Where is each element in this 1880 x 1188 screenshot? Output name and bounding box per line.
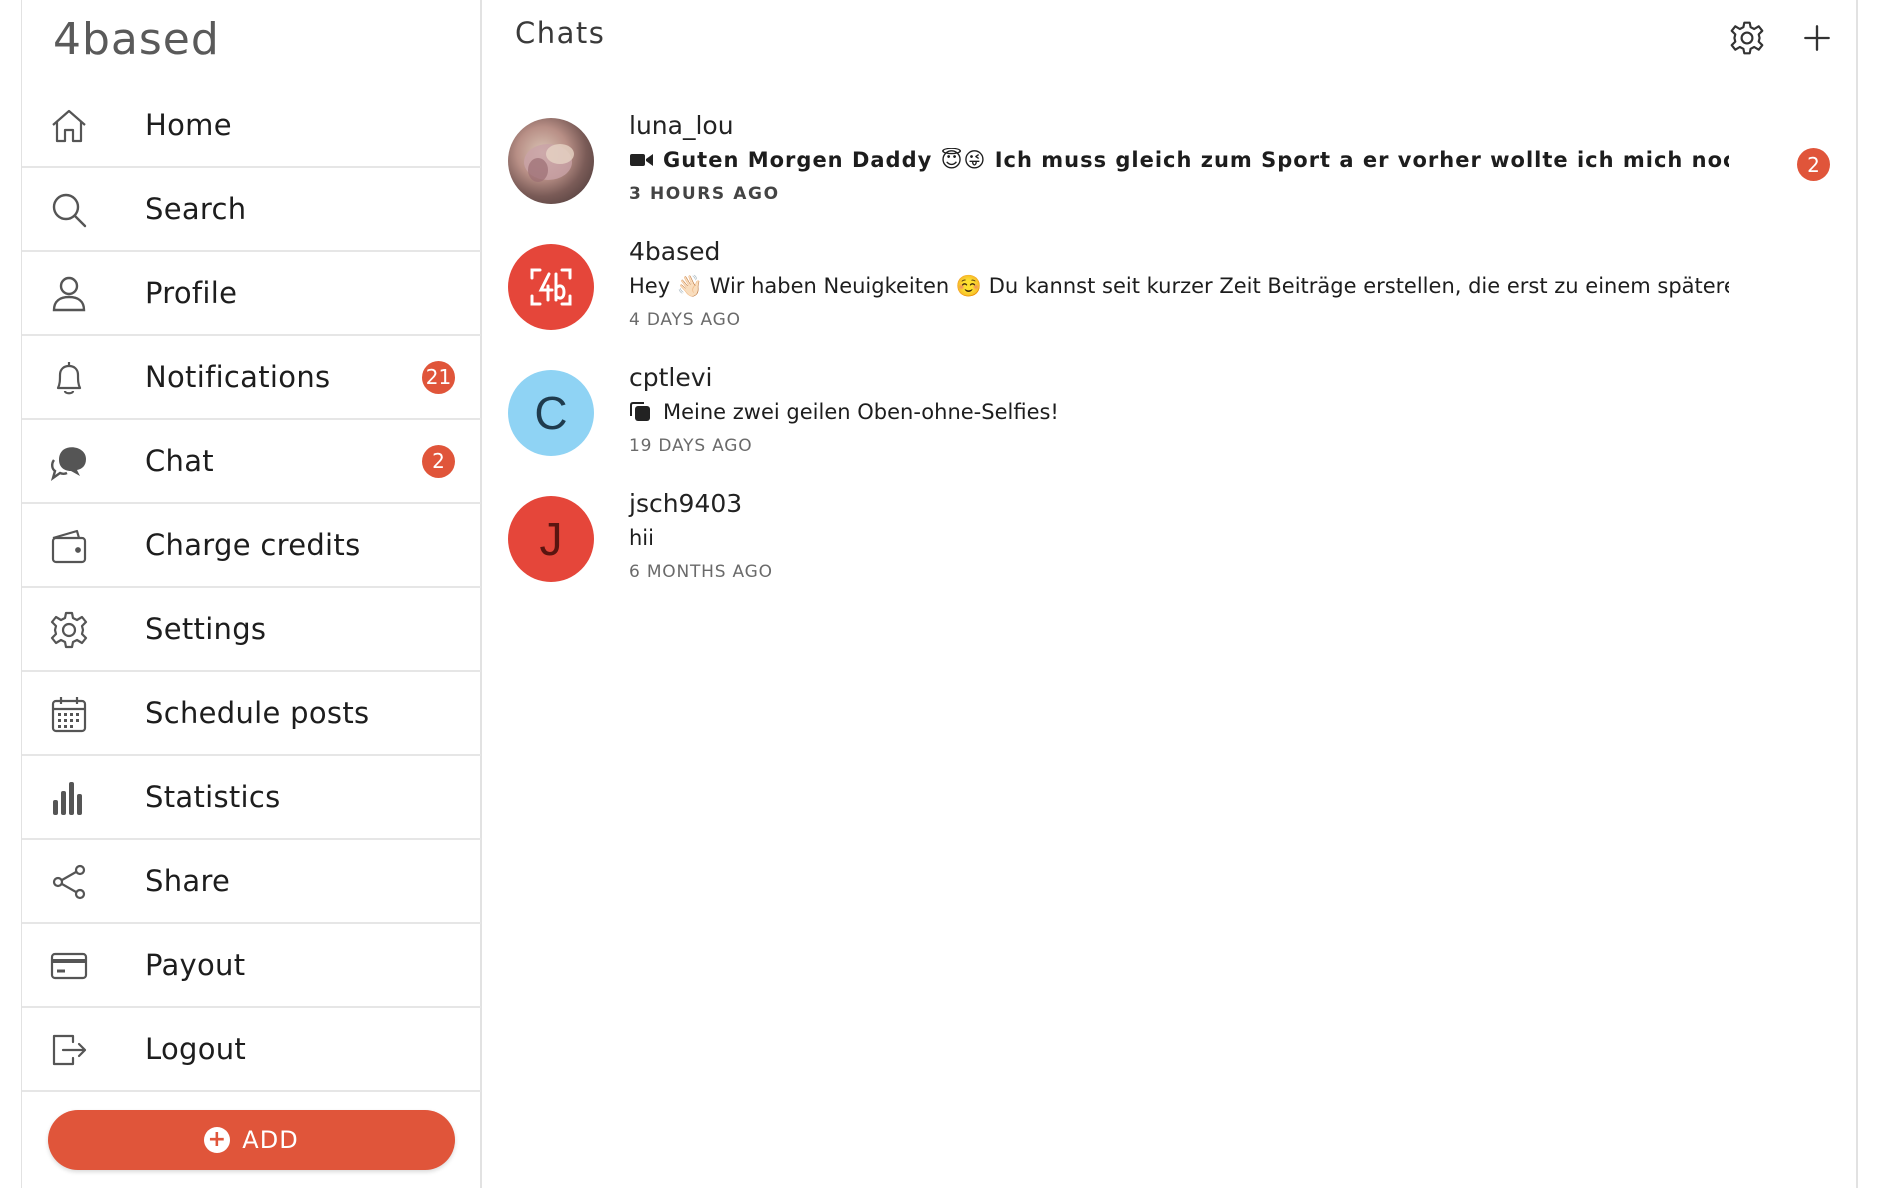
sidebar-item-label: Charge credits <box>145 528 361 562</box>
sidebar-item-chat[interactable]: Chat 2 <box>22 420 481 504</box>
chat-message-text: Guten Morgen Daddy 😇😜 Ich muss gleich zu… <box>663 148 1729 172</box>
sidebar-item-label: Settings <box>145 612 267 646</box>
sidebar-item-logout[interactable]: Logout <box>22 1008 481 1092</box>
chat-message-text: hii <box>629 526 654 550</box>
sidebar-item-label: Share <box>145 864 231 898</box>
avatar: J <box>508 496 594 582</box>
chats-panel: Chats luna_lou Guten Morgen Daddy 😇😜 Ich… <box>482 0 1858 1188</box>
logout-icon <box>48 1029 90 1071</box>
chat-timestamp: 4 DAYS AGO <box>629 310 741 330</box>
chat-list: luna_lou Guten Morgen Daddy 😇😜 Ich muss … <box>482 108 1858 612</box>
sidebar-item-label: Logout <box>145 1032 247 1066</box>
chat-bubbles-icon <box>48 441 90 483</box>
chat-timestamp: 6 MONTHS AGO <box>629 562 773 582</box>
photo-placeholder-icon <box>524 144 574 182</box>
chat-timestamp: 3 HOURS AGO <box>629 184 780 204</box>
sidebar-item-schedule-posts[interactable]: Schedule posts <box>22 672 481 756</box>
sidebar-item-label: Schedule posts <box>145 696 370 730</box>
sidebar-item-payout[interactable]: Payout <box>22 924 481 1008</box>
sidebar-item-label: Home <box>145 108 232 142</box>
wallet-icon <box>48 525 90 567</box>
avatar-letter: J <box>539 513 563 565</box>
add-button[interactable]: + ADD <box>48 1110 455 1170</box>
sidebar-item-search[interactable]: Search <box>22 168 481 252</box>
app-logo[interactable]: 4based <box>53 14 220 65</box>
sidebar-item-notifications[interactable]: Notifications 21 <box>22 336 481 420</box>
search-icon <box>48 189 90 231</box>
sidebar-item-label: Statistics <box>145 780 281 814</box>
chat-last-message: hii <box>629 526 654 550</box>
gallery-icon <box>629 402 655 422</box>
sidebar-item-label: Chat <box>145 444 214 478</box>
4based-logo-icon <box>530 268 572 306</box>
gear-icon <box>1729 20 1765 56</box>
new-chat-button[interactable] <box>1797 18 1837 58</box>
add-button-label: ADD <box>242 1126 299 1154</box>
avatar <box>508 118 594 204</box>
sidebar-item-label: Notifications <box>145 360 331 394</box>
plus-icon <box>1799 20 1835 56</box>
app-window: 4based Home Search Profile Notifications… <box>0 0 1880 1188</box>
sidebar-item-share[interactable]: Share <box>22 840 481 924</box>
sidebar-item-label: Search <box>145 192 247 226</box>
chat-name: 4based <box>629 237 721 266</box>
sidebar-item-profile[interactable]: Profile <box>22 252 481 336</box>
plus-circle-icon: + <box>204 1127 231 1153</box>
chat-last-message: Meine zwei geilen Oben-ohne-Selfies! <box>629 400 1059 424</box>
sidebar-item-label: Payout <box>145 948 246 982</box>
user-icon <box>48 273 90 315</box>
chat-last-message: Guten Morgen Daddy 😇😜 Ich muss gleich zu… <box>629 148 1729 172</box>
chat-row-luna-lou[interactable]: luna_lou Guten Morgen Daddy 😇😜 Ich muss … <box>482 108 1858 234</box>
chat-name: jsch9403 <box>629 489 743 518</box>
chat-row-jsch9403[interactable]: J jsch9403 hii 6 MONTHS AGO <box>482 486 1858 612</box>
share-icon <box>48 861 90 903</box>
video-camera-icon <box>629 150 655 170</box>
sidebar-item-charge-credits[interactable]: Charge credits <box>22 504 481 588</box>
avatar <box>508 244 594 330</box>
avatar: C <box>508 370 594 456</box>
sidebar-item-statistics[interactable]: Statistics <box>22 756 481 840</box>
bar-chart-icon <box>48 777 90 819</box>
avatar-letter: C <box>534 387 568 439</box>
chat-message-text: Hey 👋🏻 Wir haben Neuigkeiten ☺️ Du kanns… <box>629 274 1729 298</box>
sidebar: 4based Home Search Profile Notifications… <box>21 0 482 1188</box>
chat-last-message: Hey 👋🏻 Wir haben Neuigkeiten ☺️ Du kanns… <box>629 274 1729 299</box>
chat-name: cptlevi <box>629 363 713 392</box>
chat-row-4based[interactable]: 4based Hey 👋🏻 Wir haben Neuigkeiten ☺️ D… <box>482 234 1858 360</box>
chat-count-badge: 2 <box>422 444 455 478</box>
sidebar-item-label: Profile <box>145 276 238 310</box>
page-title: Chats <box>515 16 606 50</box>
chat-message-text: Meine zwei geilen Oben-ohne-Selfies! <box>663 400 1059 424</box>
home-icon <box>48 105 90 147</box>
notification-count-badge: 21 <box>422 360 455 394</box>
chat-row-cptlevi[interactable]: C cptlevi Meine zwei geilen Oben-ohne-Se… <box>482 360 1858 486</box>
sidebar-item-settings[interactable]: Settings <box>22 588 481 672</box>
sidebar-item-home[interactable]: Home <box>22 84 481 168</box>
unread-count-badge: 2 <box>1797 148 1830 181</box>
chat-name: luna_lou <box>629 111 734 140</box>
credit-card-icon <box>48 945 90 987</box>
chat-timestamp: 19 DAYS AGO <box>629 436 753 456</box>
sidebar-nav: Home Search Profile Notifications 21 Cha… <box>22 84 481 1092</box>
bell-icon <box>48 357 90 399</box>
calendar-icon <box>48 693 90 735</box>
gear-icon <box>48 609 90 651</box>
chat-settings-button[interactable] <box>1727 18 1767 58</box>
